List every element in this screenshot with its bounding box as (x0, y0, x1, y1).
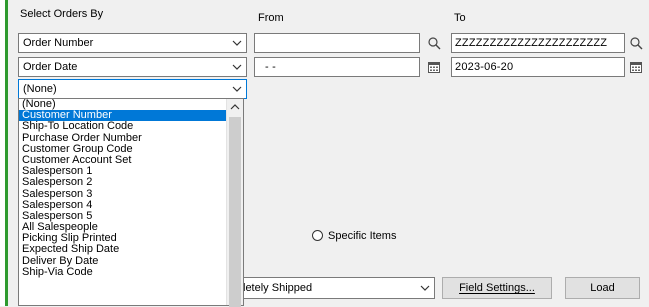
specific-items-label: Specific Items (328, 230, 397, 242)
criteria-field-value-3: (None) (23, 83, 57, 95)
criteria-field-select-1[interactable]: Order Number (18, 33, 247, 53)
calendar-icon[interactable] (629, 60, 643, 74)
dropdown-option[interactable]: Ship-Via Code (19, 266, 227, 278)
dropdown-option[interactable]: Salesperson 2 (19, 177, 227, 188)
scrollbar-thumb[interactable] (229, 117, 241, 307)
chevron-up-icon[interactable] (230, 103, 240, 111)
to-field-1[interactable]: ZZZZZZZZZZZZZZZZZZZZZZ (451, 33, 625, 53)
accent-bar (5, 0, 8, 306)
to-label: To (454, 12, 466, 24)
to-value-2: 2023-06-20 (455, 61, 514, 73)
shipment-status-select[interactable]: letely Shipped (232, 277, 435, 299)
from-field-1[interactable] (254, 33, 420, 53)
chevron-down-icon (420, 285, 430, 291)
criteria-dropdown-list[interactable]: (None) Customer Number Ship-To Location Co… (18, 98, 244, 307)
criteria-field-value-1: Order Number (23, 37, 94, 49)
select-orders-by-label: Select Orders By (20, 8, 104, 20)
dropdown-scrollbar[interactable] (226, 99, 243, 307)
criteria-field-value-2: Order Date (23, 61, 78, 73)
search-icon[interactable] (629, 36, 643, 50)
chevron-down-icon (232, 86, 242, 92)
specific-items-radio[interactable] (312, 230, 323, 241)
to-field-2[interactable]: 2023-06-20 (451, 57, 625, 77)
criteria-field-select-2[interactable]: Order Date (18, 57, 247, 77)
from-field-2[interactable]: - - (254, 57, 420, 77)
field-settings-button[interactable]: Field Settings... (442, 277, 552, 299)
criteria-field-select-3[interactable]: (None) (18, 79, 247, 99)
load-label: Load (590, 282, 615, 294)
search-icon[interactable] (427, 36, 441, 50)
chevron-down-icon (232, 40, 242, 46)
to-value-1: ZZZZZZZZZZZZZZZZZZZZZZ (455, 37, 608, 49)
calendar-icon[interactable] (427, 60, 441, 74)
from-value-2: - - (265, 61, 276, 73)
load-button[interactable]: Load (565, 277, 640, 299)
dropdown-option[interactable]: Ship-To Location Code (19, 121, 227, 132)
field-settings-label: Field Settings... (459, 282, 535, 294)
dropdown-option[interactable]: Expected Ship Date (19, 244, 227, 255)
chevron-down-icon (232, 64, 242, 70)
dropdown-options: (None) Customer Number Ship-To Location Co… (19, 98, 227, 278)
from-label: From (258, 12, 284, 24)
dropdown-option[interactable]: Salesperson 3 (19, 188, 227, 200)
shipment-status-value: letely Shipped (243, 282, 313, 294)
